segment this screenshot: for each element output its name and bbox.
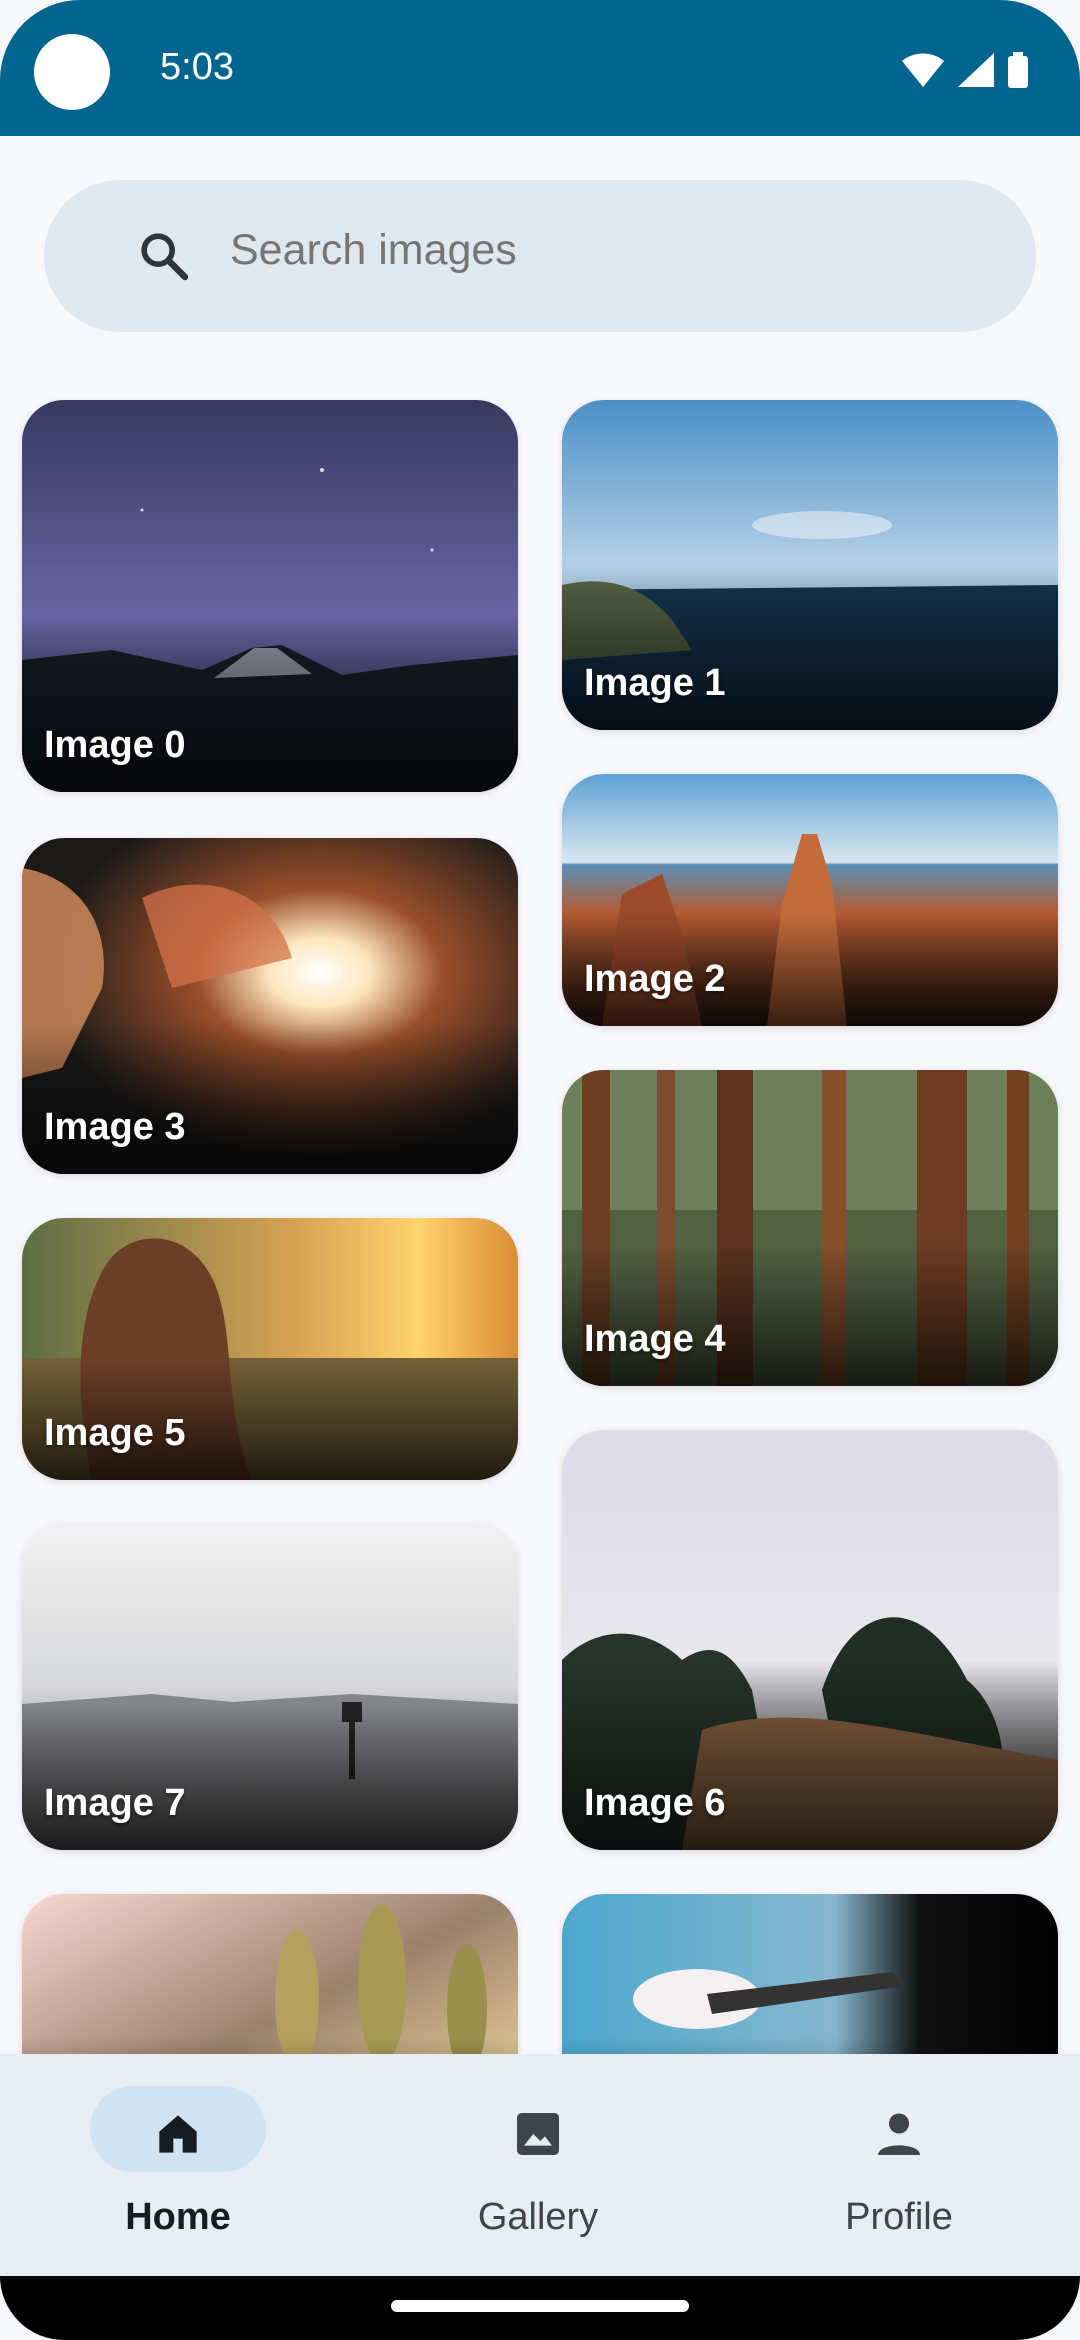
nav-gallery-label: Gallery xyxy=(477,2196,599,2238)
image-6-label: Image 6 xyxy=(584,1782,726,1824)
signal-icon xyxy=(958,53,994,87)
nav-profile-label: Profile xyxy=(845,2196,953,2238)
image-1-label: Image 1 xyxy=(584,662,726,704)
image-card-6[interactable]: Image 6 xyxy=(562,1430,1058,1850)
image-5-label: Image 5 xyxy=(44,1412,186,1454)
status-icons xyxy=(902,50,1028,90)
image-2-label: Image 2 xyxy=(584,958,726,1000)
image-card-7[interactable]: Image 7 xyxy=(22,1524,518,1850)
system-navigation-bar xyxy=(0,2276,1080,2340)
home-gesture-handle[interactable] xyxy=(391,2300,689,2312)
image-card-1[interactable]: Image 1 xyxy=(562,400,1058,730)
nav-profile[interactable]: Profile xyxy=(783,2086,1023,2256)
image-card-3[interactable]: Image 3 xyxy=(22,838,518,1174)
search-input[interactable] xyxy=(230,226,990,275)
camera-cutout xyxy=(34,34,110,110)
search-icon xyxy=(141,233,189,281)
image-3-label: Image 3 xyxy=(44,1106,186,1148)
status-time: 5:03 xyxy=(160,46,234,88)
image-4-label: Image 4 xyxy=(584,1318,726,1360)
image-0-label: Image 0 xyxy=(44,724,186,766)
nav-home-label: Home xyxy=(125,2196,231,2238)
nav-home[interactable]: Home xyxy=(62,2086,302,2256)
wifi-icon xyxy=(902,53,944,87)
home-icon xyxy=(159,2115,197,2153)
image-card-4[interactable]: Image 4 xyxy=(562,1070,1058,1386)
image-card-5[interactable]: Image 5 xyxy=(22,1218,518,1480)
image-7-label: Image 7 xyxy=(44,1782,186,1824)
nav-gallery[interactable]: Gallery xyxy=(422,2086,662,2256)
bottom-navigation: Home Gallery Profile xyxy=(0,2054,1080,2276)
battery-icon xyxy=(1008,52,1028,88)
image-icon xyxy=(517,2113,559,2155)
search-bar[interactable] xyxy=(44,180,1036,332)
image-card-2[interactable]: Image 2 xyxy=(562,774,1058,1026)
image-card-0[interactable]: Image 0 xyxy=(22,400,518,792)
person-icon xyxy=(878,2113,920,2155)
status-bar: 5:03 xyxy=(0,0,1080,136)
